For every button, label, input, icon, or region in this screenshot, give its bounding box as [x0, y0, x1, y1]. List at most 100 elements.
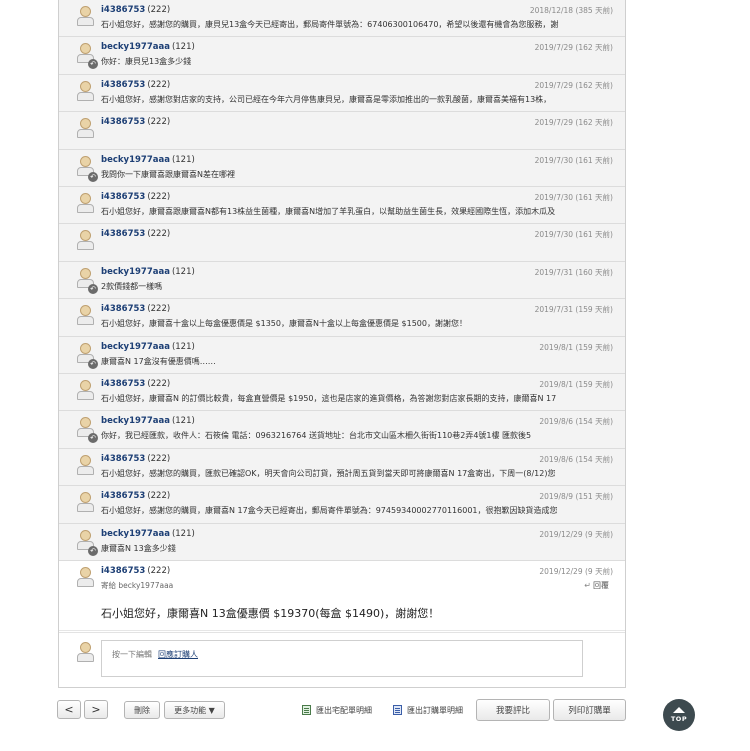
reply-hint: 按一下編輯 回應訂購人 — [112, 649, 198, 660]
message-row[interactable]: ↶ becky1977aaa (121) 2019/7/30 (161 天前) 我問你一… — [59, 149, 625, 187]
message-author[interactable]: becky1977aaa (121) — [101, 416, 195, 426]
avatar — [77, 305, 94, 326]
reply-icon: ↵ — [584, 581, 591, 590]
author-name[interactable]: becky1977aaa — [101, 529, 170, 539]
author-rating: (121) — [171, 528, 195, 539]
reply-input[interactable]: 按一下編輯 回應訂購人 — [101, 640, 583, 677]
avatar-head — [80, 6, 91, 17]
message-date: 2019/12/29 (9 天前) — [539, 567, 613, 576]
avatar-body — [77, 503, 94, 513]
prev-button[interactable]: < — [57, 700, 81, 719]
author-name[interactable]: becky1977aaa — [101, 416, 170, 426]
avatar — [77, 118, 94, 139]
author-name[interactable]: i4386753 — [101, 566, 145, 576]
avatar-head — [80, 380, 91, 391]
message-author[interactable]: becky1977aaa (121) — [101, 42, 195, 52]
message-text: 你好，我已經匯款，收件人：石筱倫 電話：0963216764 送貨地址：台北市文… — [101, 431, 532, 441]
message-author[interactable]: becky1977aaa (121) — [101, 155, 195, 165]
message-row[interactable]: i4386753 (222) 2019/7/29 (162 天前) — [59, 112, 625, 150]
message-text: 石小姐您好，康爾喜N 的訂價比較貴，每盒直營價是 $1950，這也是店家的進貨價… — [101, 394, 557, 403]
author-name[interactable]: becky1977aaa — [101, 267, 170, 277]
author-rating: (222) — [147, 229, 171, 240]
avatar-head — [80, 43, 91, 55]
message-author[interactable]: becky1977aaa (121) — [101, 342, 195, 352]
message-row[interactable]: ↶ becky1977aaa (121) 2019/7/31 (160 天前) 2款價錢… — [59, 261, 625, 300]
message-row[interactable]: i4386753 (222) 2019/7/31 (159 天前) 石小姐您好，康爾喜… — [59, 299, 625, 337]
message-author[interactable]: i4386753 (222) — [101, 229, 170, 239]
avatar-body — [77, 653, 94, 662]
message-author[interactable]: i4386753 (222) — [101, 192, 170, 202]
message-row[interactable]: i4386753 (222) 2019/8/6 (154 天前) 石小姐您好，感謝您的… — [59, 448, 625, 487]
reply-hint-text: 按一下編輯 — [112, 650, 152, 659]
reply-arrow-icon: ↶ — [88, 358, 98, 369]
author-name[interactable]: becky1977aaa — [101, 42, 170, 52]
author-rating: (222) — [147, 192, 171, 202]
author-rating: (222) — [147, 379, 171, 389]
message-row[interactable]: ↶ becky1977aaa (121) 2019/8/1 (159 天前) 康爾喜N … — [59, 336, 625, 374]
author-name[interactable]: becky1977aaa — [101, 155, 170, 165]
author-rating: (222) — [147, 79, 171, 90]
message-panel: i4386753 (222) 2018/12/18 (385 天前) 石小姐您好，感謝… — [58, 0, 626, 688]
message-row[interactable]: i4386753 (222) 2019/8/9 (151 天前) 石小姐您好，感謝您的… — [59, 486, 625, 524]
author-rating: (121) — [171, 42, 195, 53]
message-row[interactable]: ↶ becky1977aaa (121) 2019/12/29 (9 天前) 康爾喜N … — [59, 523, 625, 561]
message-row[interactable]: ↶ becky1977aaa (121) 2019/7/29 (162 天前) 你好：康… — [59, 37, 625, 75]
message-date: 2019/8/1 (159 天前) — [539, 380, 613, 389]
message-author[interactable]: becky1977aaa (121) — [101, 267, 195, 277]
author-name[interactable]: i4386753 — [101, 192, 145, 202]
message-text-full: 石小姐您好，康爾喜N 13盒優惠價 $19370(每盒 $1490)，謝謝您！ — [101, 607, 440, 620]
avatar-head — [80, 342, 91, 354]
author-name[interactable]: i4386753 — [101, 229, 145, 239]
message-date: 2019/7/31 (159 天前) — [534, 305, 613, 315]
message-date: 2019/8/6 (154 天前) — [539, 417, 613, 427]
author-name[interactable]: i4386753 — [101, 5, 145, 15]
message-text: 石小姐您好，感謝您對店家的支持，公司已經在今年六月停售康貝兒，康爾喜是零添加推出… — [101, 94, 552, 104]
avatar-head — [80, 155, 91, 167]
message-author[interactable]: i4386753 (222) — [101, 566, 170, 576]
reply-to-buyer-link[interactable]: 回應訂購人 — [158, 650, 198, 659]
message-row[interactable]: i4386753 (222) 2019/7/30 (161 天前) — [59, 224, 625, 262]
more-functions-button[interactable]: 更多功能 ▼ — [164, 701, 225, 719]
up-arrow-icon — [673, 707, 685, 713]
avatar-body — [77, 204, 94, 213]
author-rating: (222) — [147, 566, 171, 576]
message-author[interactable]: i4386753 (222) — [101, 304, 170, 314]
rate-button[interactable]: 我要評比 — [476, 699, 550, 721]
author-name[interactable]: becky1977aaa — [101, 342, 170, 352]
message-row[interactable]: i4386753 (222) 2018/12/18 (385 天前) 石小姐您好，感謝… — [59, 0, 625, 38]
message-row[interactable]: i4386753 (222) 2019/8/1 (159 天前) 石小姐您好，康爾喜N… — [59, 374, 625, 412]
message-row[interactable]: ↶ becky1977aaa (121) 2019/8/6 (154 天前) 你好，我已… — [59, 411, 625, 449]
message-author[interactable]: i4386753 (222) — [101, 379, 170, 389]
delete-button[interactable]: 刪除 — [124, 701, 160, 719]
author-name[interactable]: i4386753 — [101, 80, 145, 90]
message-date: 2019/7/29 (162 天前) — [534, 118, 613, 128]
message-author[interactable]: becky1977aaa (121) — [101, 529, 195, 539]
message-row[interactable]: i4386753 (222) 2019/7/29 (162 天前) 石小姐您好，感謝您… — [59, 74, 625, 113]
message-author[interactable]: i4386753 (222) — [101, 117, 170, 127]
message-text: 石小姐您好，感謝您的購買，匯款已確認OK，明天會向公司訂貨，預計周五貨到當天即可… — [101, 468, 556, 478]
message-author[interactable]: i4386753 (222) — [101, 5, 170, 15]
top-label: TOP — [670, 715, 688, 723]
author-name[interactable]: i4386753 — [101, 117, 145, 127]
author-name[interactable]: i4386753 — [101, 304, 145, 314]
message-author[interactable]: i4386753 (222) — [101, 80, 170, 90]
avatar — [77, 80, 94, 101]
message-author[interactable]: i4386753 (222) — [101, 491, 170, 501]
avatar-body — [77, 316, 94, 326]
message-date: 2019/7/29 (162 天前) — [534, 43, 613, 53]
print-order-list-button[interactable]: 列印訂購單 — [553, 699, 626, 721]
message-row[interactable]: i4386753 (222) 2019/7/30 (161 天前) 石小姐您好，康爾喜… — [59, 187, 625, 225]
message-author[interactable]: i4386753 (222) — [101, 454, 170, 464]
back-to-top-button[interactable]: TOP — [663, 699, 695, 731]
next-button[interactable]: > — [84, 700, 108, 719]
author-name[interactable]: i4386753 — [101, 454, 145, 464]
avatar-head — [80, 230, 91, 242]
export-order-link[interactable]: 匯出訂購單明細 — [393, 703, 463, 717]
author-name[interactable]: i4386753 — [101, 379, 145, 389]
author-name[interactable]: i4386753 — [101, 491, 145, 501]
reply-arrow-icon: ↶ — [88, 283, 98, 294]
export-delivery-link[interactable]: 匯出宅配單明細 — [302, 703, 372, 717]
avatar — [77, 642, 94, 662]
reply-link[interactable]: ↵ 回覆 — [584, 580, 609, 591]
message-row-expanded[interactable]: i4386753 (222) 2019/12/29 (9 天前) 寄給 becky19… — [59, 561, 625, 631]
